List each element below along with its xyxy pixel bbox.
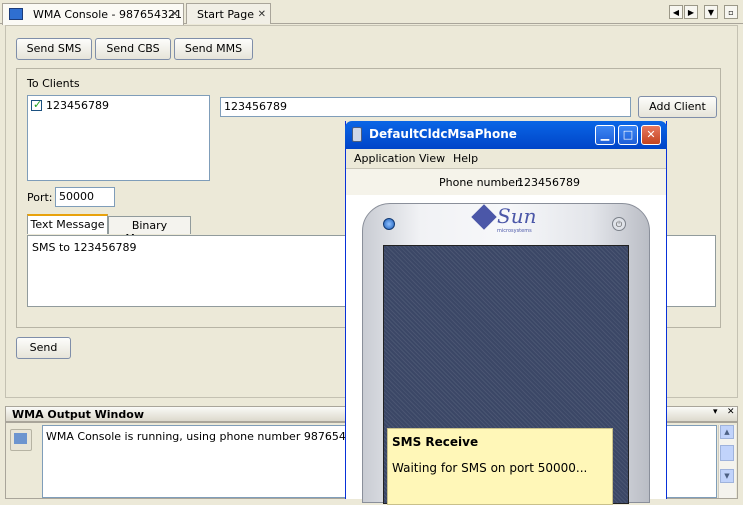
- close-icon[interactable]: ✕: [641, 125, 661, 145]
- minimize-icon[interactable]: ▁: [595, 125, 615, 145]
- clients-list[interactable]: ✓ 123456789: [27, 95, 210, 181]
- phone-emulator-window: DefaultCldcMsaPhone ▁ □ ✕ Application Vi…: [345, 121, 667, 505]
- port-label: Port:: [27, 191, 53, 204]
- menu-view[interactable]: View: [419, 152, 445, 165]
- sms-waiting-message: Waiting for SMS on port 50000...: [392, 461, 588, 475]
- checkmark-icon: ✓: [33, 98, 43, 111]
- tab-start-page[interactable]: Start Page ✕: [186, 3, 271, 24]
- phone-number-label: Phone number:: [439, 176, 524, 189]
- scroll-down-icon[interactable]: ▼: [720, 469, 734, 483]
- scroll-left-icon[interactable]: ◀: [669, 5, 683, 19]
- send-sms-button[interactable]: Send SMS: [16, 38, 92, 60]
- sun-logo-icon: [471, 204, 497, 230]
- phone-number-value: 123456789: [517, 176, 580, 189]
- menu-help[interactable]: Help: [453, 152, 478, 165]
- phone-number-input[interactable]: 123456789: [220, 97, 631, 117]
- tab-binary-message[interactable]: Binary Message: [108, 216, 191, 245]
- tab-label: Start Page: [197, 8, 254, 21]
- scroll-right-icon[interactable]: ▶: [684, 5, 698, 19]
- scroll-thumb[interactable]: [720, 445, 734, 461]
- tab-label: WMA Console - 987654321: [33, 8, 183, 21]
- phone-number-bar: Phone number: 123456789: [346, 169, 666, 195]
- phone-screen[interactable]: SMS Receive Waiting for SMS on port 5000…: [383, 245, 629, 505]
- scroll-up-icon[interactable]: ▲: [720, 425, 734, 439]
- clear-output-icon[interactable]: [10, 429, 32, 451]
- monitor-icon: [14, 433, 27, 444]
- led-icon: [383, 218, 395, 230]
- add-client-button[interactable]: Add Client: [638, 96, 717, 118]
- message-text: SMS to 123456789: [32, 241, 137, 254]
- brand-subtitle: microsystems: [497, 228, 532, 234]
- tab-text-message[interactable]: Text Message: [27, 214, 108, 234]
- to-clients-label: To Clients: [27, 77, 80, 90]
- output-text: WMA Console is running, using phone numb…: [46, 430, 367, 443]
- phone-window-titlebar[interactable]: DefaultCldcMsaPhone ▁ □ ✕: [345, 121, 667, 149]
- restore-window-icon[interactable]: ▫: [724, 5, 738, 19]
- close-icon[interactable]: ✕: [727, 407, 735, 417]
- editor-tab-bar: WMA Console - 987654321 ✕ Start Page ✕ ◀…: [0, 0, 743, 25]
- phone-canvas: ⏻ Sun microsystems SMS Receive Waiting f…: [346, 195, 666, 505]
- maximize-icon[interactable]: □: [618, 125, 638, 145]
- power-icon[interactable]: ⏻: [612, 217, 626, 231]
- pin-icon[interactable]: ▾: [713, 407, 718, 417]
- output-scrollbar[interactable]: ▲ ▼: [718, 425, 736, 498]
- close-icon[interactable]: ✕: [258, 9, 266, 20]
- phone-app-icon: [352, 127, 362, 142]
- client-checkbox[interactable]: ✓: [31, 98, 43, 111]
- tab-list-dropdown-icon[interactable]: ▼: [704, 5, 718, 19]
- client-number: 123456789: [46, 99, 109, 112]
- phone-window-title: DefaultCldcMsaPhone: [369, 127, 517, 141]
- tab-wma-console[interactable]: WMA Console - 987654321 ✕: [2, 3, 184, 25]
- output-window-title: WMA Output Window: [12, 408, 144, 421]
- menu-application[interactable]: Application: [354, 152, 415, 165]
- sms-receive-heading: SMS Receive: [392, 435, 479, 449]
- send-button[interactable]: Send: [16, 337, 71, 359]
- close-icon[interactable]: ✕: [171, 9, 179, 20]
- send-cbs-button[interactable]: Send CBS: [95, 38, 171, 60]
- brand-name: Sun: [497, 204, 537, 228]
- phone-body: ⏻ Sun microsystems SMS Receive Waiting f…: [362, 203, 650, 505]
- send-mms-button[interactable]: Send MMS: [174, 38, 253, 60]
- port-input[interactable]: 50000: [55, 187, 115, 207]
- sms-receive-panel: SMS Receive Waiting for SMS on port 5000…: [387, 428, 613, 505]
- console-icon: [9, 8, 23, 20]
